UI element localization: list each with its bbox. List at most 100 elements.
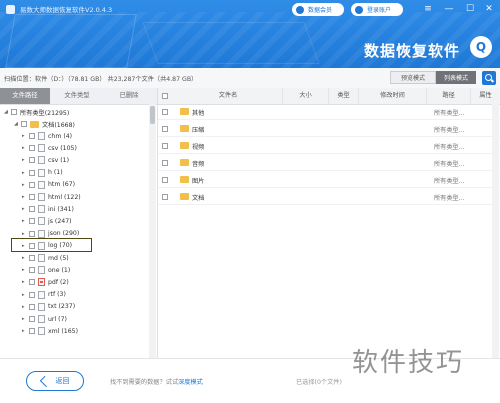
deep-mode-hint: 找不到需要的数据？试试深度模式 <box>110 377 203 386</box>
col-header-modified[interactable]: 修改时间 <box>358 88 426 104</box>
tree-node-txt[interactable]: ▸ txt (237) <box>22 301 75 313</box>
row-file-name: 文档 <box>192 195 205 202</box>
table-row[interactable]: 图片 所有类型... <box>158 173 500 188</box>
expand-arrow-icon[interactable]: ▸ <box>22 279 29 285</box>
row-checkbox[interactable] <box>162 177 168 183</box>
tree-checkbox[interactable] <box>29 303 35 310</box>
tree-checkbox[interactable] <box>29 316 35 322</box>
tree-node-js[interactable]: ▸ js (247) <box>22 215 72 227</box>
table-row[interactable]: 压缩 所有类型... <box>158 122 500 137</box>
tree-checkbox[interactable] <box>29 267 35 274</box>
tree-checkbox[interactable] <box>29 328 35 335</box>
preview-mode-button[interactable]: 预览模式 <box>390 71 436 84</box>
expand-arrow-icon[interactable]: ▸ <box>22 194 29 200</box>
tree-checkbox[interactable] <box>29 157 35 164</box>
table-row[interactable]: 视频 所有类型... <box>158 139 500 154</box>
tree-checkbox[interactable] <box>29 291 35 298</box>
expand-arrow-icon[interactable]: ▸ <box>22 133 29 139</box>
tree-checkbox[interactable] <box>29 194 35 200</box>
tree-node-all-types[interactable]: ◢ 所有类型(21295) <box>4 106 69 118</box>
col-header-size[interactable]: 大小 <box>282 88 328 104</box>
tree-checkbox[interactable] <box>29 218 35 225</box>
tree-checkbox[interactable] <box>21 121 27 127</box>
close-icon[interactable]: ✕ <box>482 3 496 15</box>
row-checkbox[interactable] <box>162 160 168 166</box>
tree-node-csv[interactable]: ▸ csv (105) <box>22 142 77 154</box>
expand-arrow-icon[interactable]: ▸ <box>22 231 29 237</box>
member-button[interactable]: 数据会员 <box>292 3 344 16</box>
tab-file-type[interactable]: 文件类型 <box>52 88 102 104</box>
tree-checkbox[interactable] <box>29 169 35 176</box>
col-header-name[interactable]: 文件名 <box>174 88 282 104</box>
tree-node-ini[interactable]: ▸ ini (341) <box>22 203 74 215</box>
table-row[interactable]: 音频 所有类型... <box>158 156 500 171</box>
tree-node-csv[interactable]: ▸ csv (1) <box>22 154 69 166</box>
scrollbar-thumb[interactable] <box>150 106 155 124</box>
table-row[interactable]: 其他 所有类型... <box>158 105 500 120</box>
table-row[interactable]: 文档 所有类型... <box>158 190 500 205</box>
minimize-icon[interactable]: — <box>442 3 456 15</box>
row-checkbox[interactable] <box>162 126 168 132</box>
tree-node-xml[interactable]: ▸ xml (165) <box>22 325 78 337</box>
tree-node-label: md (5) <box>48 254 69 262</box>
tab-file-path[interactable]: 文件路径 <box>0 88 50 104</box>
expand-arrow-icon[interactable]: ▸ <box>22 218 29 224</box>
expand-arrow-icon[interactable]: ▸ <box>22 304 29 310</box>
expand-arrow-icon[interactable]: ▸ <box>22 170 29 176</box>
tree-node-one[interactable]: ▸ one (1) <box>22 264 70 276</box>
col-header-type[interactable]: 类型 <box>328 88 358 104</box>
row-checkbox[interactable] <box>162 194 168 200</box>
expand-arrow-icon[interactable]: ◢ <box>14 121 21 127</box>
select-all-checkbox[interactable] <box>162 93 168 99</box>
tree-node-rtf[interactable]: ▸ rtf (3) <box>22 289 66 301</box>
back-button[interactable]: 返回 <box>26 371 84 391</box>
row-file-name: 音频 <box>192 161 205 168</box>
tree-node-label: rtf (3) <box>48 291 66 299</box>
expand-arrow-icon[interactable]: ▸ <box>22 255 29 261</box>
tree-checkbox[interactable] <box>11 109 17 115</box>
tree-node-h[interactable]: ▸ h (1) <box>22 167 63 179</box>
tree-checkbox[interactable] <box>29 181 35 188</box>
expand-arrow-icon[interactable]: ▸ <box>22 292 29 298</box>
expand-arrow-icon[interactable]: ◢ <box>4 109 11 115</box>
file-list-panel: 文件名 大小 类型 修改时间 路径 属性 其他 所有类型... 压缩 所有类型... 视… <box>158 88 500 358</box>
list-mode-button[interactable]: 列表模式 <box>436 71 476 84</box>
tree-checkbox[interactable] <box>29 206 35 213</box>
login-button[interactable]: 登录账户 <box>351 3 403 16</box>
list-scrollbar[interactable] <box>492 104 499 358</box>
expand-arrow-icon[interactable]: ▸ <box>22 157 29 163</box>
search-icon[interactable] <box>482 71 496 85</box>
tab-deleted[interactable]: 已删除 <box>104 88 154 104</box>
tree-node-md[interactable]: ▸ md (5) <box>22 252 69 264</box>
tree-checkbox[interactable] <box>29 230 35 237</box>
col-header-path[interactable]: 路径 <box>426 88 470 104</box>
expand-arrow-icon[interactable]: ▸ <box>22 182 29 188</box>
expand-arrow-icon[interactable]: ▸ <box>22 206 29 212</box>
tree-node-documents[interactable]: ◢ 文档(1668) <box>14 118 75 130</box>
row-checkbox[interactable] <box>162 109 168 115</box>
menu-icon[interactable]: ≡ <box>421 3 435 15</box>
deep-mode-link[interactable]: 深度模式 <box>178 379 203 386</box>
row-path: 所有类型... <box>434 110 465 117</box>
tree-node-htm[interactable]: ▸ htm (67) <box>22 179 75 191</box>
member-icon <box>296 5 304 14</box>
tree-node-url[interactable]: ▸ url (7) <box>22 313 67 325</box>
tree-node-pdf[interactable]: ▸ pdf (2) <box>22 276 69 288</box>
document-icon <box>38 132 45 140</box>
tree-checkbox[interactable] <box>29 279 35 286</box>
row-checkbox[interactable] <box>162 143 168 149</box>
document-icon <box>38 168 45 177</box>
col-header-attributes[interactable]: 属性 <box>470 88 500 104</box>
expand-arrow-icon[interactable]: ▸ <box>22 145 29 151</box>
tree-node-chm[interactable]: ▸ chm (4) <box>22 130 72 142</box>
tree-scrollbar[interactable] <box>149 104 156 358</box>
maximize-icon[interactable]: ☐ <box>463 3 477 15</box>
expand-arrow-icon[interactable]: ▸ <box>22 267 29 273</box>
tree-checkbox[interactable] <box>29 145 35 152</box>
expand-arrow-icon[interactable]: ▸ <box>22 328 29 334</box>
tree-checkbox[interactable] <box>29 133 35 139</box>
tree-checkbox[interactable] <box>29 255 35 261</box>
folder-icon <box>180 108 189 115</box>
expand-arrow-icon[interactable]: ▸ <box>22 316 29 322</box>
tree-node-html[interactable]: ▸ html (122) <box>22 191 81 203</box>
